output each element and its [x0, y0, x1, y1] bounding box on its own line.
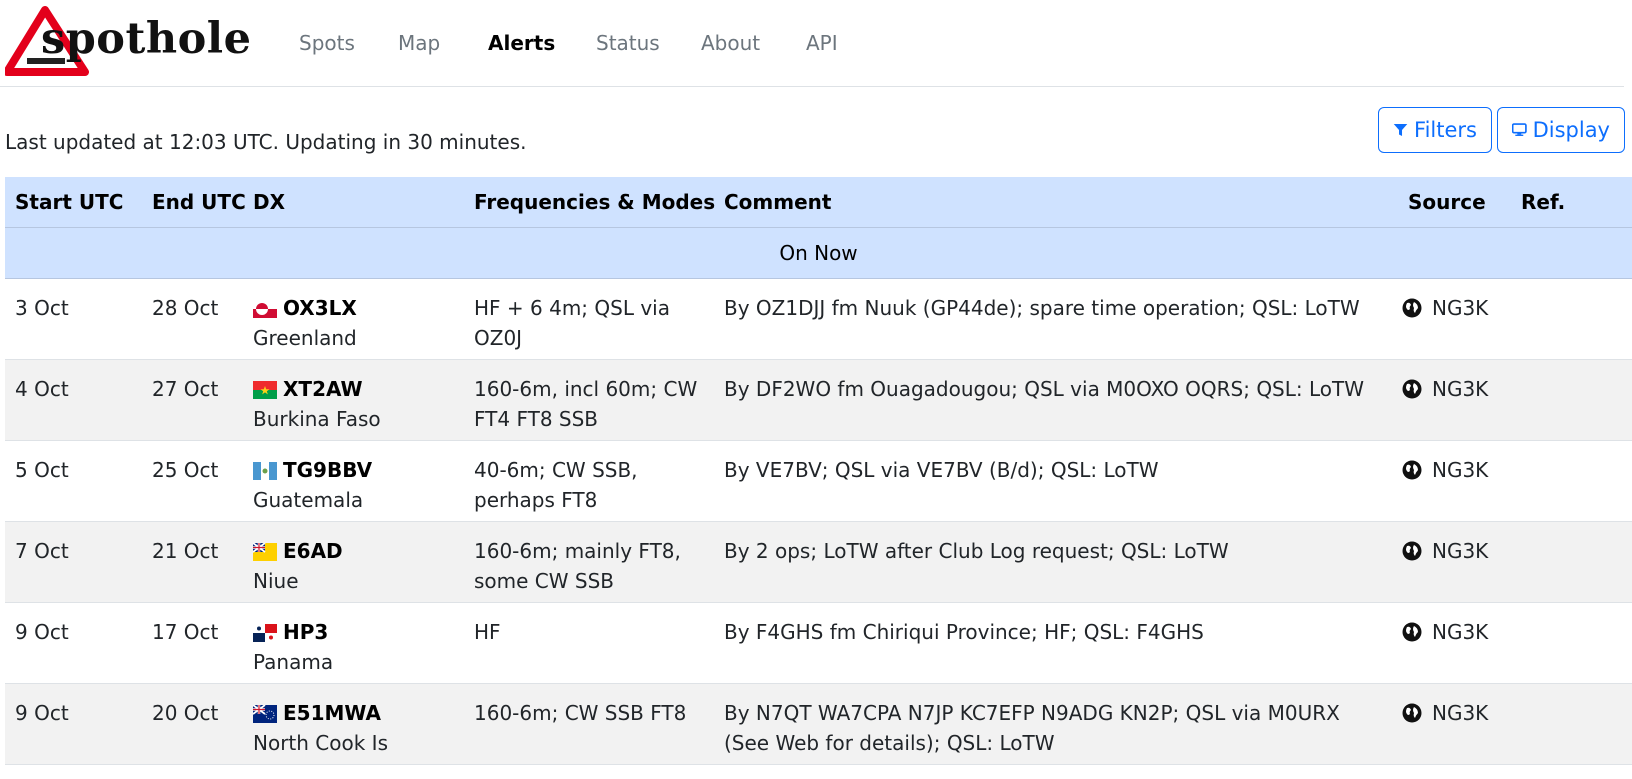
end-utc: 21 Oct: [152, 539, 219, 563]
dx-country: Burkina Faso: [253, 407, 381, 431]
dx-callsign[interactable]: HP3: [283, 620, 328, 644]
end-utc: 28 Oct: [152, 296, 219, 320]
source-cell: NG3K: [1402, 617, 1488, 647]
table-row[interactable]: 4 Oct 27 Oct XT2AW Burkina Faso 160-6m, …: [5, 360, 1632, 441]
group-row-on-now: On Now: [5, 228, 1632, 279]
greenland-flag-icon: [253, 300, 277, 318]
col-start-utc[interactable]: Start UTC: [15, 190, 123, 214]
start-utc: 4 Oct: [15, 377, 69, 401]
source-cell: NG3K: [1402, 374, 1488, 404]
comment: By F4GHS fm Chiriqui Province; HF; QSL: …: [724, 620, 1204, 644]
end-utc: 17 Oct: [152, 620, 219, 644]
end-utc: 27 Oct: [152, 377, 219, 401]
start-utc: 9 Oct: [15, 620, 69, 644]
frequencies-modes: 160-6m; CW SSB FT8: [474, 701, 687, 725]
dx-country: Panama: [253, 650, 334, 674]
niue-flag-icon: [253, 543, 277, 561]
filter-icon: [1393, 123, 1408, 137]
frequencies-modes: HF: [474, 620, 501, 644]
table-row[interactable]: 3 Oct 28 Oct OX3LX Greenland HF + 6 4m; …: [5, 279, 1632, 360]
dx-cell: OX3LX Greenland: [253, 293, 463, 353]
spothole-logo[interactable]: spothole: [5, 4, 251, 80]
source-name: NG3K: [1432, 620, 1489, 644]
cook-islands-flag-icon: [253, 705, 277, 723]
source-name: NG3K: [1432, 296, 1489, 320]
end-utc: 25 Oct: [152, 458, 219, 482]
col-dx[interactable]: DX: [253, 190, 285, 214]
logo-wordmark: spothole: [41, 14, 252, 64]
dx-country: Niue: [253, 569, 299, 593]
end-utc: 20 Oct: [152, 701, 219, 725]
nav-about[interactable]: About: [701, 31, 760, 55]
comment: By 2 ops; LoTW after Club Log request; Q…: [724, 539, 1229, 563]
nav-map[interactable]: Map: [398, 31, 440, 55]
dx-cell: E51MWA North Cook Is: [253, 698, 463, 758]
monitor-icon: [1512, 123, 1527, 136]
source-name: NG3K: [1432, 539, 1489, 563]
source-cell: NG3K: [1402, 293, 1488, 323]
table-row[interactable]: 7 Oct 21 Oct E6AD Niue 160-6m; mainly FT…: [5, 522, 1632, 603]
col-ref[interactable]: Ref.: [1521, 190, 1565, 214]
comment: By OZ1DJJ fm Nuuk (GP44de); spare time o…: [724, 296, 1360, 320]
globe-icon: [1402, 298, 1422, 318]
dx-callsign[interactable]: XT2AW: [283, 377, 363, 401]
col-end-utc[interactable]: End UTC: [152, 190, 246, 214]
dx-callsign[interactable]: E51MWA: [283, 701, 381, 725]
alerts-table: Start UTC End UTC DX Frequencies & Modes…: [5, 177, 1632, 765]
globe-icon: [1402, 379, 1422, 399]
dx-callsign[interactable]: OX3LX: [283, 296, 357, 320]
display-button[interactable]: Display: [1497, 107, 1625, 153]
frequencies-modes: 160-6m; mainly FT8, some CW SSB: [474, 539, 681, 593]
frequencies-modes: 160-6m, incl 60m; CW FT4 FT8 SSB: [474, 377, 698, 431]
comment: By N7QT WA7CPA N7JP KC7EFP N9ADG KN2P; Q…: [724, 701, 1340, 755]
frequencies-modes: HF + 6 4m; QSL via OZ0J: [474, 296, 670, 350]
source-cell: NG3K: [1402, 455, 1488, 485]
col-frequencies-modes[interactable]: Frequencies & Modes: [474, 190, 715, 214]
dx-cell: XT2AW Burkina Faso: [253, 374, 463, 434]
dx-cell: E6AD Niue: [253, 536, 463, 596]
globe-icon: [1402, 703, 1422, 723]
globe-icon: [1402, 460, 1422, 480]
dx-country: Guatemala: [253, 488, 364, 512]
globe-icon: [1402, 541, 1422, 561]
source-name: NG3K: [1432, 458, 1489, 482]
globe-icon: [1402, 622, 1422, 642]
source-cell: NG3K: [1402, 698, 1488, 728]
table-row[interactable]: 9 Oct 20 Oct E51MWA North Cook Is 160-6m…: [5, 684, 1632, 765]
comment: By DF2WO fm Ouagadougou; QSL via M0OXO O…: [724, 377, 1365, 401]
source-cell: NG3K: [1402, 536, 1488, 566]
dx-country: North Cook Is: [253, 731, 388, 755]
table-row[interactable]: 5 Oct 25 Oct TG9BBV Guatemala 40-6m; CW …: [5, 441, 1632, 522]
dx-cell: TG9BBV Guatemala: [253, 455, 463, 515]
frequencies-modes: 40-6m; CW SSB, perhaps FT8: [474, 458, 638, 512]
dx-cell: HP3 Panama: [253, 617, 463, 677]
start-utc: 3 Oct: [15, 296, 69, 320]
top-navbar: spothole Spots Map Alerts Status About A…: [0, 0, 1624, 87]
dx-callsign[interactable]: E6AD: [283, 539, 343, 563]
nav-spots[interactable]: Spots: [299, 31, 355, 55]
nav-alerts[interactable]: Alerts: [488, 31, 555, 55]
start-utc: 9 Oct: [15, 701, 69, 725]
filters-button[interactable]: Filters: [1378, 107, 1492, 153]
table-row[interactable]: 9 Oct 17 Oct HP3 Panama HF By F4GHS fm C…: [5, 603, 1632, 684]
col-comment[interactable]: Comment: [724, 190, 831, 214]
source-name: NG3K: [1432, 377, 1489, 401]
burkina-faso-flag-icon: [253, 381, 277, 399]
dx-callsign[interactable]: TG9BBV: [283, 458, 372, 482]
nav-api[interactable]: API: [806, 31, 838, 55]
comment: By VE7BV; QSL via VE7BV (B/d); QSL: LoTW: [724, 458, 1159, 482]
dx-country: Greenland: [253, 326, 357, 350]
source-name: NG3K: [1432, 701, 1489, 725]
filters-button-label: Filters: [1414, 118, 1477, 142]
col-source[interactable]: Source: [1408, 190, 1486, 214]
display-button-label: Display: [1532, 118, 1610, 142]
update-status-text: Last updated at 12:03 UTC. Updating in 3…: [5, 130, 527, 154]
guatemala-flag-icon: [253, 462, 277, 480]
nav-status[interactable]: Status: [596, 31, 660, 55]
table-header: Start UTC End UTC DX Frequencies & Modes…: [5, 177, 1632, 228]
panama-flag-icon: [253, 624, 277, 642]
start-utc: 7 Oct: [15, 539, 69, 563]
start-utc: 5 Oct: [15, 458, 69, 482]
